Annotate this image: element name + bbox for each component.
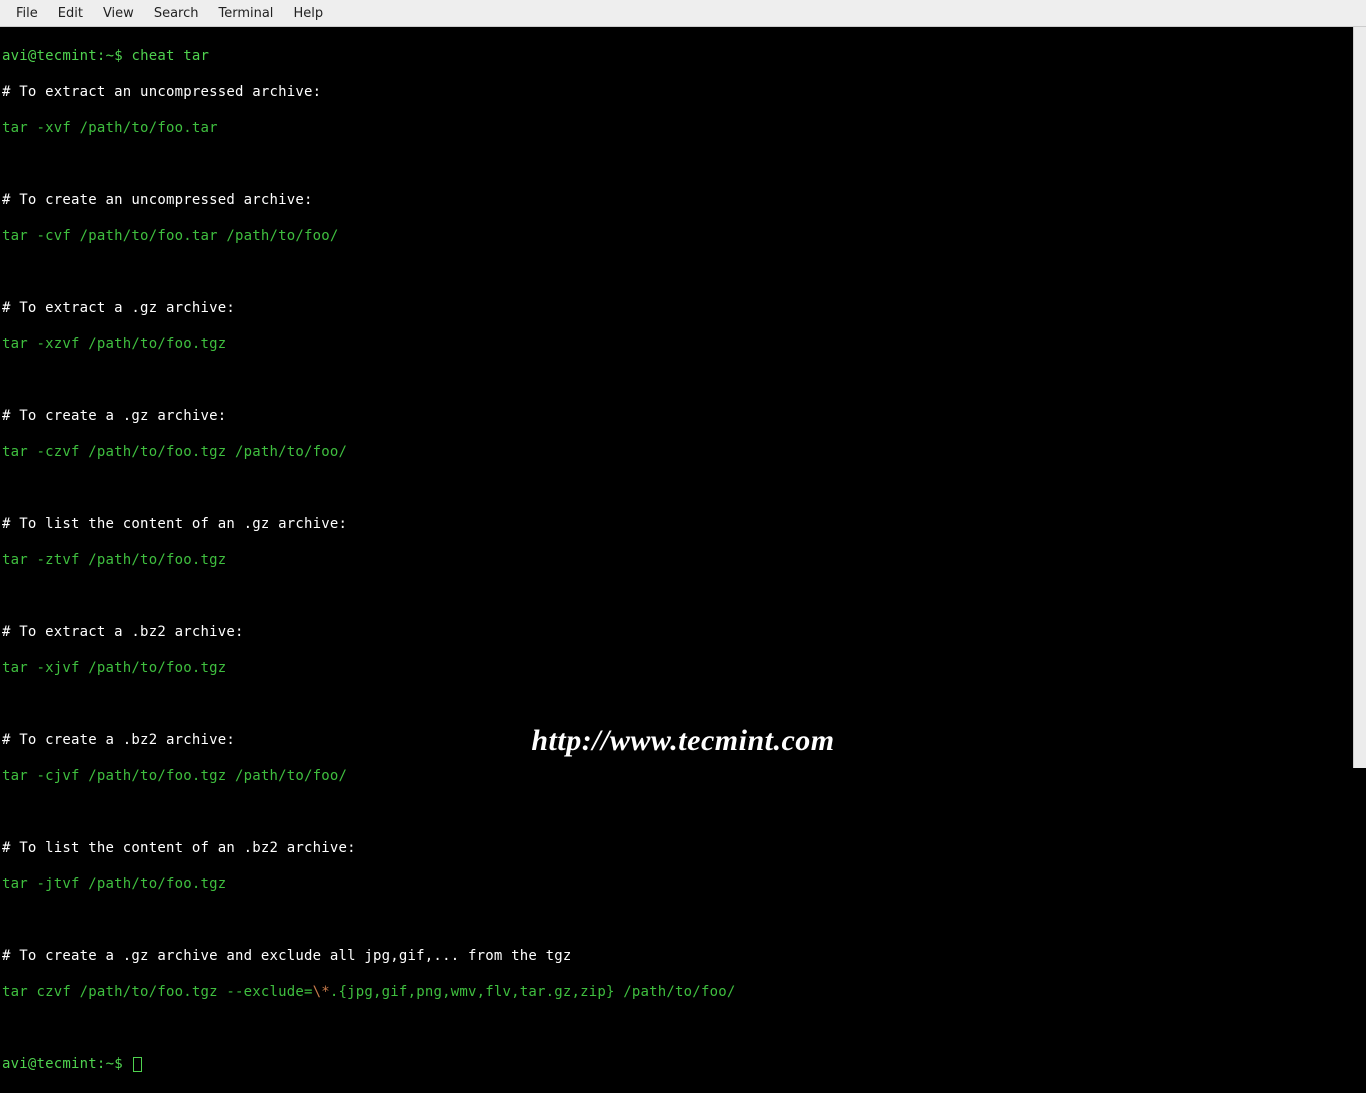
scrollbar-vertical[interactable] <box>1353 27 1366 768</box>
output-command: tar czvf /path/to/foo.tgz --exclude= <box>2 984 313 1000</box>
prompt-user-host: avi@tecmint <box>2 48 97 64</box>
typed-command: cheat tar <box>131 48 209 64</box>
prompt-separator: : <box>97 48 106 64</box>
prompt-separator: : <box>97 1056 106 1072</box>
menubar: File Edit View Search Terminal Help <box>0 0 1366 27</box>
output-comment: # To create a .gz archive and exclude al… <box>2 948 572 964</box>
terminal-area[interactable]: avi@tecmint:~$ cheat tar # To extract an… <box>0 27 1352 1093</box>
prompt-line-2: avi@tecmint:~$ <box>2 1055 1350 1073</box>
output-comment: # To create a .gz archive: <box>2 408 226 424</box>
cursor-icon <box>133 1057 142 1072</box>
output-comment: # To extract an uncompressed archive: <box>2 84 321 100</box>
output-comment: # To create an uncompressed archive: <box>2 192 313 208</box>
output-comment: # To create a .bz2 archive: <box>2 732 235 748</box>
prompt-symbol: $ <box>114 1056 123 1072</box>
menu-terminal[interactable]: Terminal <box>208 2 283 25</box>
prompt-path: ~ <box>106 48 115 64</box>
output-command: tar -xjvf /path/to/foo.tgz <box>2 660 226 676</box>
output-command: tar -czvf /path/to/foo.tgz /path/to/foo/ <box>2 444 347 460</box>
output-comment: # To list the content of an .gz archive: <box>2 516 347 532</box>
output-command: .{jpg,gif,png,wmv,flv,tar.gz,zip} /path/… <box>330 984 736 1000</box>
output-comment: # To list the content of an .bz2 archive… <box>2 840 356 856</box>
output-escape: \* <box>313 984 330 1000</box>
output-command: tar -xvf /path/to/foo.tar <box>2 120 218 136</box>
output-command: tar -xzvf /path/to/foo.tgz <box>2 336 226 352</box>
prompt-line-1: avi@tecmint:~$ cheat tar <box>2 47 1350 65</box>
menu-search[interactable]: Search <box>144 2 209 25</box>
prompt-symbol: $ <box>114 48 123 64</box>
menu-view[interactable]: View <box>93 2 144 25</box>
output-command: tar -cvf /path/to/foo.tar /path/to/foo/ <box>2 228 339 244</box>
output-command: tar -jtvf /path/to/foo.tgz <box>2 876 226 892</box>
watermark-text: http://www.tecmint.com <box>531 724 834 758</box>
menu-edit[interactable]: Edit <box>48 2 93 25</box>
prompt-path: ~ <box>106 1056 115 1072</box>
output-command: tar -ztvf /path/to/foo.tgz <box>2 552 226 568</box>
output-comment: # To extract a .bz2 archive: <box>2 624 244 640</box>
output-command: tar -cjvf /path/to/foo.tgz /path/to/foo/ <box>2 768 347 784</box>
menu-file[interactable]: File <box>6 2 48 25</box>
prompt-user-host: avi@tecmint <box>2 1056 97 1072</box>
output-comment: # To extract a .gz archive: <box>2 300 235 316</box>
menu-help[interactable]: Help <box>283 2 333 25</box>
